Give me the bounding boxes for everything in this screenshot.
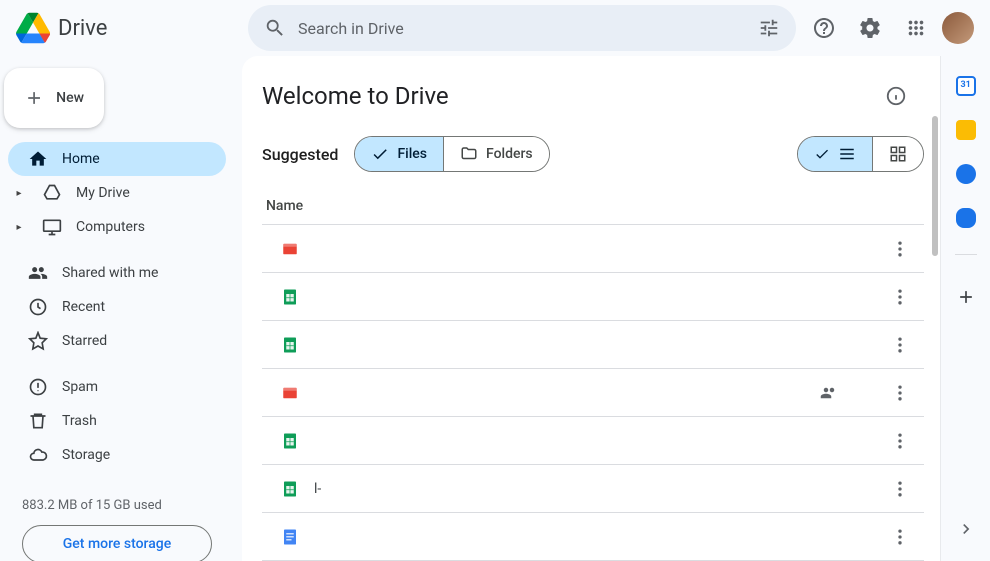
list-view-button[interactable] [798,137,872,171]
grid-icon [889,145,907,163]
info-button[interactable] [876,76,916,116]
calendar-app[interactable]: 31 [956,76,976,96]
files-tab[interactable]: Files [355,137,443,171]
logo-area[interactable]: Drive [12,11,240,45]
search-icon [264,17,286,39]
trash-icon [28,411,48,431]
right-rail: 31 [940,56,990,561]
nav-trash[interactable]: Trash [8,404,226,438]
main-panel: Welcome to Drive Suggested Files Folders [242,56,940,561]
view-toggle [797,136,924,172]
chevron-right-icon[interactable]: ▸ [10,188,28,199]
column-header-name[interactable]: Name [262,188,924,225]
search-input[interactable] [298,19,746,38]
recent-icon [28,297,48,317]
folders-tab[interactable]: Folders [443,137,549,171]
more-vert-icon [890,527,910,547]
file-row[interactable] [262,417,924,465]
file-row[interactable] [262,273,924,321]
more-actions-button[interactable] [880,469,920,509]
more-actions-button[interactable] [880,277,920,317]
more-vert-icon [890,287,910,307]
file-row[interactable] [262,321,924,369]
cloud-icon [28,445,48,465]
nav-recent[interactable]: Recent [8,290,226,324]
star-icon [28,331,48,351]
suggested-label: Suggested [262,145,338,164]
new-label: New [56,90,84,106]
file-type-icon [266,336,314,354]
settings-button[interactable] [850,8,890,48]
help-icon [812,16,836,40]
more-actions-button[interactable] [880,325,920,365]
list-icon [838,145,856,163]
help-button[interactable] [804,8,844,48]
nav-home[interactable]: Home [8,142,226,176]
nav-storage[interactable]: Storage [8,438,226,472]
drive-icon [42,183,62,203]
more-actions-button[interactable] [880,229,920,269]
info-icon [885,85,907,107]
shared-indicator [820,384,880,402]
more-vert-icon [890,239,910,259]
file-type-icon [266,480,314,498]
computers-icon [42,217,62,237]
file-row[interactable] [262,225,924,273]
chevron-right-icon [956,519,976,539]
new-button[interactable]: New [4,68,104,128]
grid-view-button[interactable] [872,137,923,171]
file-type-icon [266,432,314,450]
chevron-right-icon[interactable]: ▸ [10,222,28,233]
file-row[interactable]: l- [262,465,924,513]
file-row[interactable] [262,369,924,417]
drive-logo-icon [16,11,50,45]
spam-icon [28,377,48,397]
more-vert-icon [890,431,910,451]
app-name: Drive [58,16,107,41]
file-row[interactable] [262,513,924,561]
gear-icon [858,16,882,40]
more-actions-button[interactable] [880,373,920,413]
keep-app[interactable] [956,120,976,140]
get-storage-button[interactable]: Get more storage [22,525,212,561]
nav-spam[interactable]: Spam [8,370,226,404]
nav-shared[interactable]: Shared with me [8,256,226,290]
plus-icon [24,86,44,110]
apps-button[interactable] [896,8,936,48]
file-type-icon [266,384,314,402]
home-icon [28,149,48,169]
nav-my-drive[interactable]: ▸ My Drive [8,176,226,210]
search-bar[interactable] [248,5,796,51]
check-icon [814,146,830,162]
apps-grid-icon [905,17,927,39]
tasks-app[interactable] [956,164,976,184]
add-apps-button[interactable] [950,281,982,313]
folder-icon [460,145,478,163]
file-type-icon [266,528,314,546]
files-folders-toggle: Files Folders [354,136,549,172]
nav-computers[interactable]: ▸ Computers [8,210,226,244]
file-name: l- [314,481,820,497]
more-vert-icon [890,335,910,355]
shared-icon [28,263,48,283]
storage-text: 883.2 MB of 15 GB used [22,498,212,513]
more-actions-button[interactable] [880,421,920,461]
scrollbar[interactable] [932,116,938,256]
contacts-app[interactable] [956,208,976,228]
file-type-icon [266,288,314,306]
sidebar: New Home ▸ My Drive ▸ Computers Shared w… [0,56,242,561]
file-type-icon [266,240,314,258]
search-options-icon[interactable] [758,17,780,39]
more-vert-icon [890,479,910,499]
check-icon [371,145,389,163]
more-actions-button[interactable] [880,517,920,557]
plus-icon [956,287,976,307]
collapse-rail-button[interactable] [946,509,986,549]
page-title: Welcome to Drive [262,82,449,110]
account-avatar[interactable] [942,12,974,44]
more-vert-icon [890,383,910,403]
nav-starred[interactable]: Starred [8,324,226,358]
rail-divider [955,254,977,255]
